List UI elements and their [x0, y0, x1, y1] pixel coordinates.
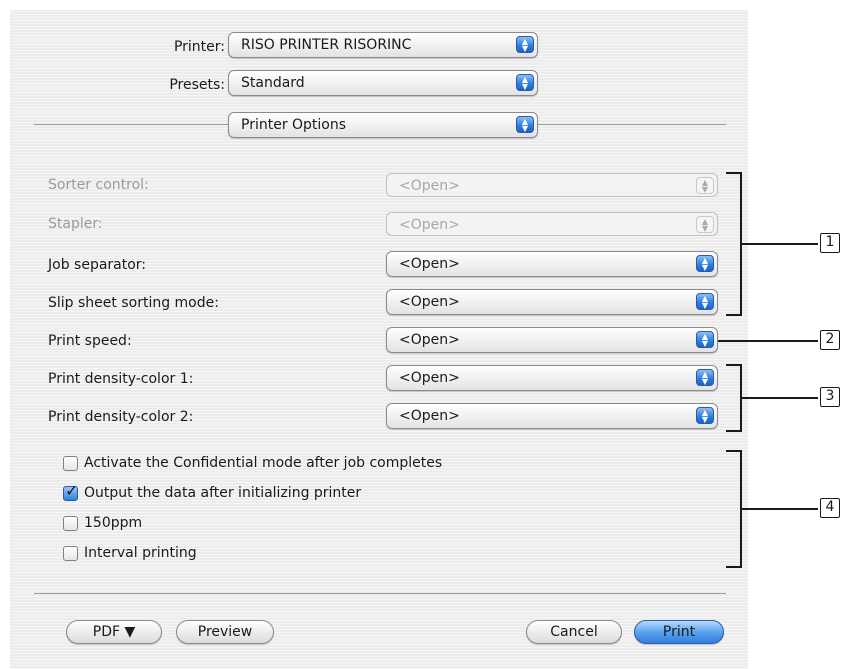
printer-value: RISO PRINTER RISORINC [241, 37, 412, 53]
up-down-arrows-icon: ▲ ▼ [516, 36, 534, 53]
checkbox-label: Output the data after initializing print… [84, 485, 362, 501]
slip-sheet-popup[interactable]: <Open> ▲ ▼ [386, 289, 718, 315]
density-color2-popup[interactable]: <Open> ▲ ▼ [386, 403, 718, 429]
printer-label: Printer: [173, 39, 225, 55]
callout-leader-2 [718, 340, 818, 342]
confidential-mode-checkbox[interactable]: Activate the Confidential mode after job… [63, 454, 442, 472]
checkbox-box[interactable] [63, 545, 78, 561]
checkbox-label: Activate the Confidential mode after job… [84, 455, 443, 471]
pane-popup[interactable]: Printer Options ▲ ▼ [228, 112, 538, 138]
up-down-arrows-icon: ▲ ▼ [696, 331, 714, 348]
print-speed-popup[interactable]: <Open> ▲ ▼ [386, 327, 718, 353]
output-after-init-checkbox[interactable]: ✓ Output the data after initializing pri… [63, 481, 362, 502]
callout-bracket-4 [726, 450, 742, 568]
presets-value: Standard [241, 75, 305, 91]
popup-value: <Open> [399, 294, 460, 310]
up-down-arrows-icon: ▲ ▼ [696, 177, 714, 194]
checkbox-box[interactable]: ✓ [63, 481, 78, 501]
150ppm-checkbox[interactable]: 150ppm [63, 514, 142, 532]
option-label: Sorter control: [48, 177, 149, 193]
pane-value: Printer Options [241, 117, 347, 133]
density-color1-popup[interactable]: <Open> ▲ ▼ [386, 365, 718, 391]
callout-4: 4 [820, 498, 840, 518]
popup-value: <Open> [399, 408, 460, 424]
callout-leader-1 [742, 243, 818, 245]
interval-printing-checkbox[interactable]: Interval printing [63, 544, 197, 562]
up-down-arrows-icon: ▲ ▼ [516, 74, 534, 91]
print-dialog: Printer: RISO PRINTER RISORINC ▲ ▼ Preset… [10, 10, 748, 669]
option-label: Stapler: [48, 216, 103, 232]
callout-bracket-3 [726, 364, 742, 432]
stapler-popup: <Open> ▲ ▼ [386, 212, 718, 236]
sorter-control-popup: <Open> ▲ ▼ [386, 173, 718, 197]
callout-3: 3 [820, 387, 840, 407]
pane-separator-left [34, 124, 228, 125]
footer-separator [34, 593, 726, 594]
pane-separator-right [538, 124, 726, 125]
option-label: Job separator: [48, 257, 147, 273]
checkbox-box[interactable] [63, 455, 78, 471]
popup-value: <Open> [399, 370, 460, 386]
popup-value: <Open> [399, 332, 460, 348]
checkmark-icon: ✓ [65, 480, 79, 500]
checkbox-label: 150ppm [84, 515, 143, 531]
option-label: Print density-color 1: [48, 371, 194, 387]
option-label: Slip sheet sorting mode: [48, 295, 219, 311]
up-down-arrows-icon: ▲ ▼ [696, 407, 714, 424]
presets-popup[interactable]: Standard ▲ ▼ [228, 70, 538, 96]
popup-value: <Open> [399, 178, 460, 194]
preview-button[interactable]: Preview [176, 620, 274, 644]
up-down-arrows-icon: ▲ ▼ [696, 255, 714, 272]
callout-bracket-1 [726, 172, 742, 316]
pdf-button[interactable]: PDF ▼ [66, 620, 162, 644]
option-label: Print speed: [48, 333, 132, 349]
up-down-arrows-icon: ▲ ▼ [516, 116, 534, 133]
cancel-button[interactable]: Cancel [526, 620, 622, 644]
callout-leader-4 [742, 508, 818, 510]
callout-2: 2 [820, 330, 840, 350]
option-label: Print density-color 2: [48, 409, 194, 425]
presets-label: Presets: [169, 77, 225, 93]
popup-value: <Open> [399, 256, 460, 272]
up-down-arrows-icon: ▲ ▼ [696, 369, 714, 386]
checkbox-box[interactable] [63, 515, 78, 531]
up-down-arrows-icon: ▲ ▼ [696, 293, 714, 310]
up-down-arrows-icon: ▲ ▼ [696, 216, 714, 233]
job-separator-popup[interactable]: <Open> ▲ ▼ [386, 251, 718, 277]
print-button[interactable]: Print [634, 620, 724, 644]
callout-1: 1 [820, 233, 840, 253]
printer-popup[interactable]: RISO PRINTER RISORINC ▲ ▼ [228, 32, 538, 58]
checkbox-label: Interval printing [84, 545, 197, 561]
popup-value: <Open> [399, 217, 460, 233]
callout-leader-3 [742, 397, 818, 399]
